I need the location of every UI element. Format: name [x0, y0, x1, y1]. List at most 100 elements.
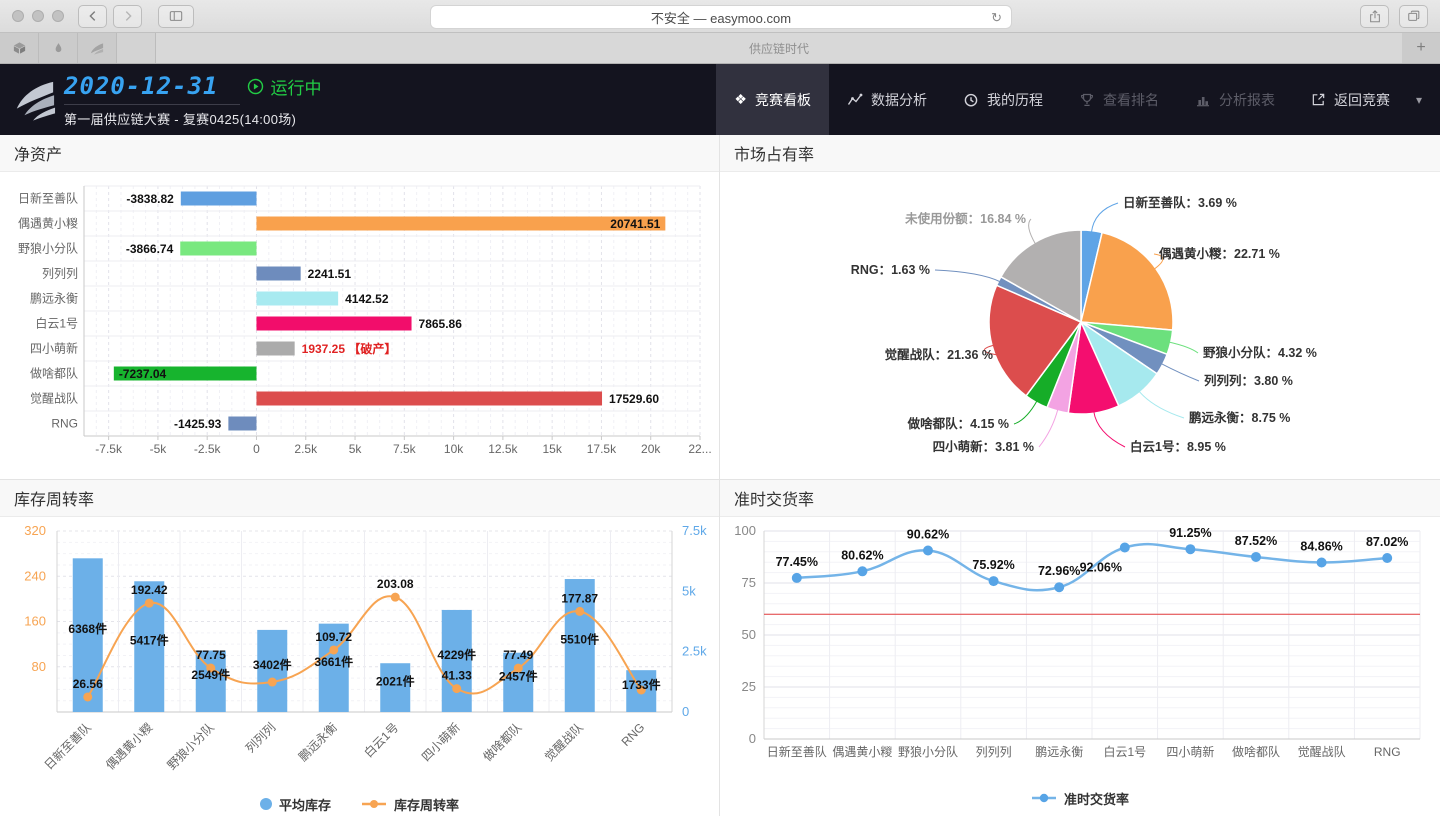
svg-text:41.33: 41.33 — [442, 669, 472, 683]
svg-text:7.5k: 7.5k — [393, 442, 417, 456]
nav-data-analysis[interactable]: 数据分析 — [829, 64, 945, 135]
legend-label: 准时交货率 — [1064, 789, 1129, 808]
delivery-rate-panel: 准时交货率 1007550250日新至善队偶遇黄小糉野狼小分队列列列鹏远永衡白云… — [720, 480, 1440, 816]
pinned-tab-2[interactable] — [39, 33, 78, 63]
new-tab-button[interactable]: + — [1402, 33, 1440, 63]
svg-text:87.52%: 87.52% — [1235, 534, 1277, 548]
svg-text:-7237.04: -7237.04 — [119, 367, 167, 381]
url-text: 不安全 — easymoo.com — [651, 8, 791, 27]
svg-text:日新至善队: 日新至善队 — [18, 191, 78, 206]
title-block: 2020-12-31 运行中 第一届供应链大赛 - 复赛0425(14:00场) — [64, 71, 322, 128]
nav-label: 数据分析 — [871, 90, 927, 110]
header-divider — [64, 104, 240, 105]
svg-text:3661件: 3661件 — [314, 654, 353, 669]
svg-text:177.87: 177.87 — [561, 591, 598, 605]
nav-back-to-competition[interactable]: 返回竞赛 — [1293, 64, 1408, 135]
svg-text:6368件: 6368件 — [68, 621, 107, 636]
svg-text:日新至善队: 日新至善队 — [767, 744, 827, 759]
svg-text:白云1号：8.95 %: 白云1号：8.95 % — [1130, 439, 1226, 454]
forward-button[interactable] — [113, 5, 142, 28]
svg-text:17529.60: 17529.60 — [609, 392, 659, 406]
svg-text:5510件: 5510件 — [560, 632, 599, 647]
svg-text:5k: 5k — [682, 583, 696, 598]
svg-text:白云1号: 白云1号 — [35, 316, 78, 331]
refresh-icon[interactable]: ↻ — [991, 11, 1002, 24]
nav-more-caret[interactable]: ▾ — [1408, 64, 1440, 135]
svg-text:白云1号: 白云1号 — [361, 720, 402, 761]
svg-text:做啥都队：4.15 %: 做啥都队：4.15 % — [907, 416, 1009, 431]
sidebar-icon — [168, 9, 184, 23]
svg-text:17.5k: 17.5k — [587, 442, 617, 456]
svg-text:2549件: 2549件 — [191, 667, 230, 682]
window-controls[interactable] — [12, 10, 64, 22]
delivery-rate-chart: 1007550250日新至善队偶遇黄小糉野狼小分队列列列鹏远永衡白云1号四小萌新… — [720, 517, 1438, 779]
play-icon — [247, 78, 264, 95]
svg-text:四小萌新: 四小萌新 — [418, 720, 463, 765]
panel-title: 净资产 — [0, 135, 719, 172]
legend-delivery-rate[interactable]: 准时交货率 — [1031, 789, 1129, 808]
svg-text:77.75: 77.75 — [196, 648, 226, 662]
svg-text:RNG: RNG — [619, 720, 648, 749]
svg-text:做啥都队: 做啥都队 — [30, 366, 78, 381]
clock-icon — [963, 92, 979, 108]
legend-turnover-rate[interactable]: 库存周转率 — [361, 795, 459, 814]
trophy-icon — [1079, 92, 1095, 108]
svg-text:100: 100 — [734, 523, 756, 538]
svg-text:偶遇黄小糉: 偶遇黄小糉 — [103, 720, 155, 772]
svg-text:RNG: RNG — [1374, 745, 1401, 759]
svg-text:-1425.93: -1425.93 — [174, 417, 222, 431]
svg-text:240: 240 — [24, 568, 46, 583]
svg-text:-7.5k: -7.5k — [95, 442, 123, 456]
close-window-button[interactable] — [12, 10, 24, 22]
cube-icon — [12, 41, 27, 56]
nav-my-history[interactable]: 我的历程 — [945, 64, 1061, 135]
svg-text:-3838.82: -3838.82 — [126, 192, 174, 206]
screen: 不安全 — easymoo.com ↻ 供应链时代 + — [0, 0, 1440, 816]
svg-text:-3866.74: -3866.74 — [126, 242, 174, 256]
svg-text:4142.52: 4142.52 — [345, 292, 389, 306]
svg-text:25: 25 — [742, 679, 756, 694]
delivery-rate-title: 准时交货率 — [734, 486, 814, 510]
legend-label: 库存周转率 — [394, 795, 459, 814]
zoom-window-button[interactable] — [52, 10, 64, 22]
svg-text:20k: 20k — [641, 442, 661, 456]
svg-text:2021件: 2021件 — [376, 674, 415, 689]
svg-text:1733件: 1733件 — [622, 677, 661, 692]
svg-text:4229件: 4229件 — [437, 647, 476, 662]
nav-dashboard[interactable]: ❖ 竞赛看板 — [716, 64, 829, 135]
svg-text:50: 50 — [742, 627, 756, 642]
tabs-overview-icon — [1407, 9, 1421, 23]
legend-average-inventory[interactable]: 平均库存 — [260, 795, 331, 814]
svg-text:-5k: -5k — [150, 442, 168, 456]
svg-text:野狼小分队: 野狼小分队 — [898, 744, 958, 759]
svg-text:1937.25 【破产】: 1937.25 【破产】 — [302, 341, 397, 356]
svg-text:5k: 5k — [349, 442, 363, 456]
sidebar-toggle-button[interactable] — [158, 5, 194, 28]
nav-report[interactable]: 分析报表 — [1177, 64, 1293, 135]
active-tab[interactable]: 供应链时代 — [156, 33, 1402, 63]
svg-text:10k: 10k — [444, 442, 464, 456]
svg-text:列列列: 列列列 — [243, 720, 278, 755]
nav-label: 返回竞赛 — [1334, 90, 1390, 110]
svg-text:80: 80 — [32, 659, 46, 674]
share-button[interactable] — [1360, 5, 1389, 28]
address-bar[interactable]: 不安全 — easymoo.com ↻ — [430, 5, 1012, 29]
svg-text:鹏远永衡：8.75 %: 鹏远永衡：8.75 % — [1189, 410, 1290, 425]
orange-line-marker — [361, 799, 387, 809]
minimize-window-button[interactable] — [32, 10, 44, 22]
svg-text:做啥都队: 做啥都队 — [1232, 744, 1280, 759]
share-icon — [1368, 9, 1382, 24]
svg-text:偶遇黄小糉：22.71 %: 偶遇黄小糉：22.71 % — [1159, 246, 1280, 261]
tab-overview-button[interactable] — [1399, 5, 1428, 28]
svg-text:野狼小分队: 野狼小分队 — [164, 720, 217, 773]
pinned-tab-3[interactable] — [78, 33, 117, 63]
browser-tabbar: 供应链时代 + — [0, 33, 1440, 64]
pinned-tab-4[interactable] — [117, 33, 156, 63]
svg-text:3402件: 3402件 — [253, 657, 292, 672]
sim-date: 2020-12-31 — [64, 72, 219, 100]
nav-ranking[interactable]: 查看排名 — [1061, 64, 1177, 135]
svg-text:90.62%: 90.62% — [907, 528, 949, 542]
back-button[interactable] — [78, 5, 107, 28]
pinned-tab-1[interactable] — [0, 33, 39, 63]
svg-text:野狼小分队：4.32 %: 野狼小分队：4.32 % — [1203, 345, 1317, 360]
